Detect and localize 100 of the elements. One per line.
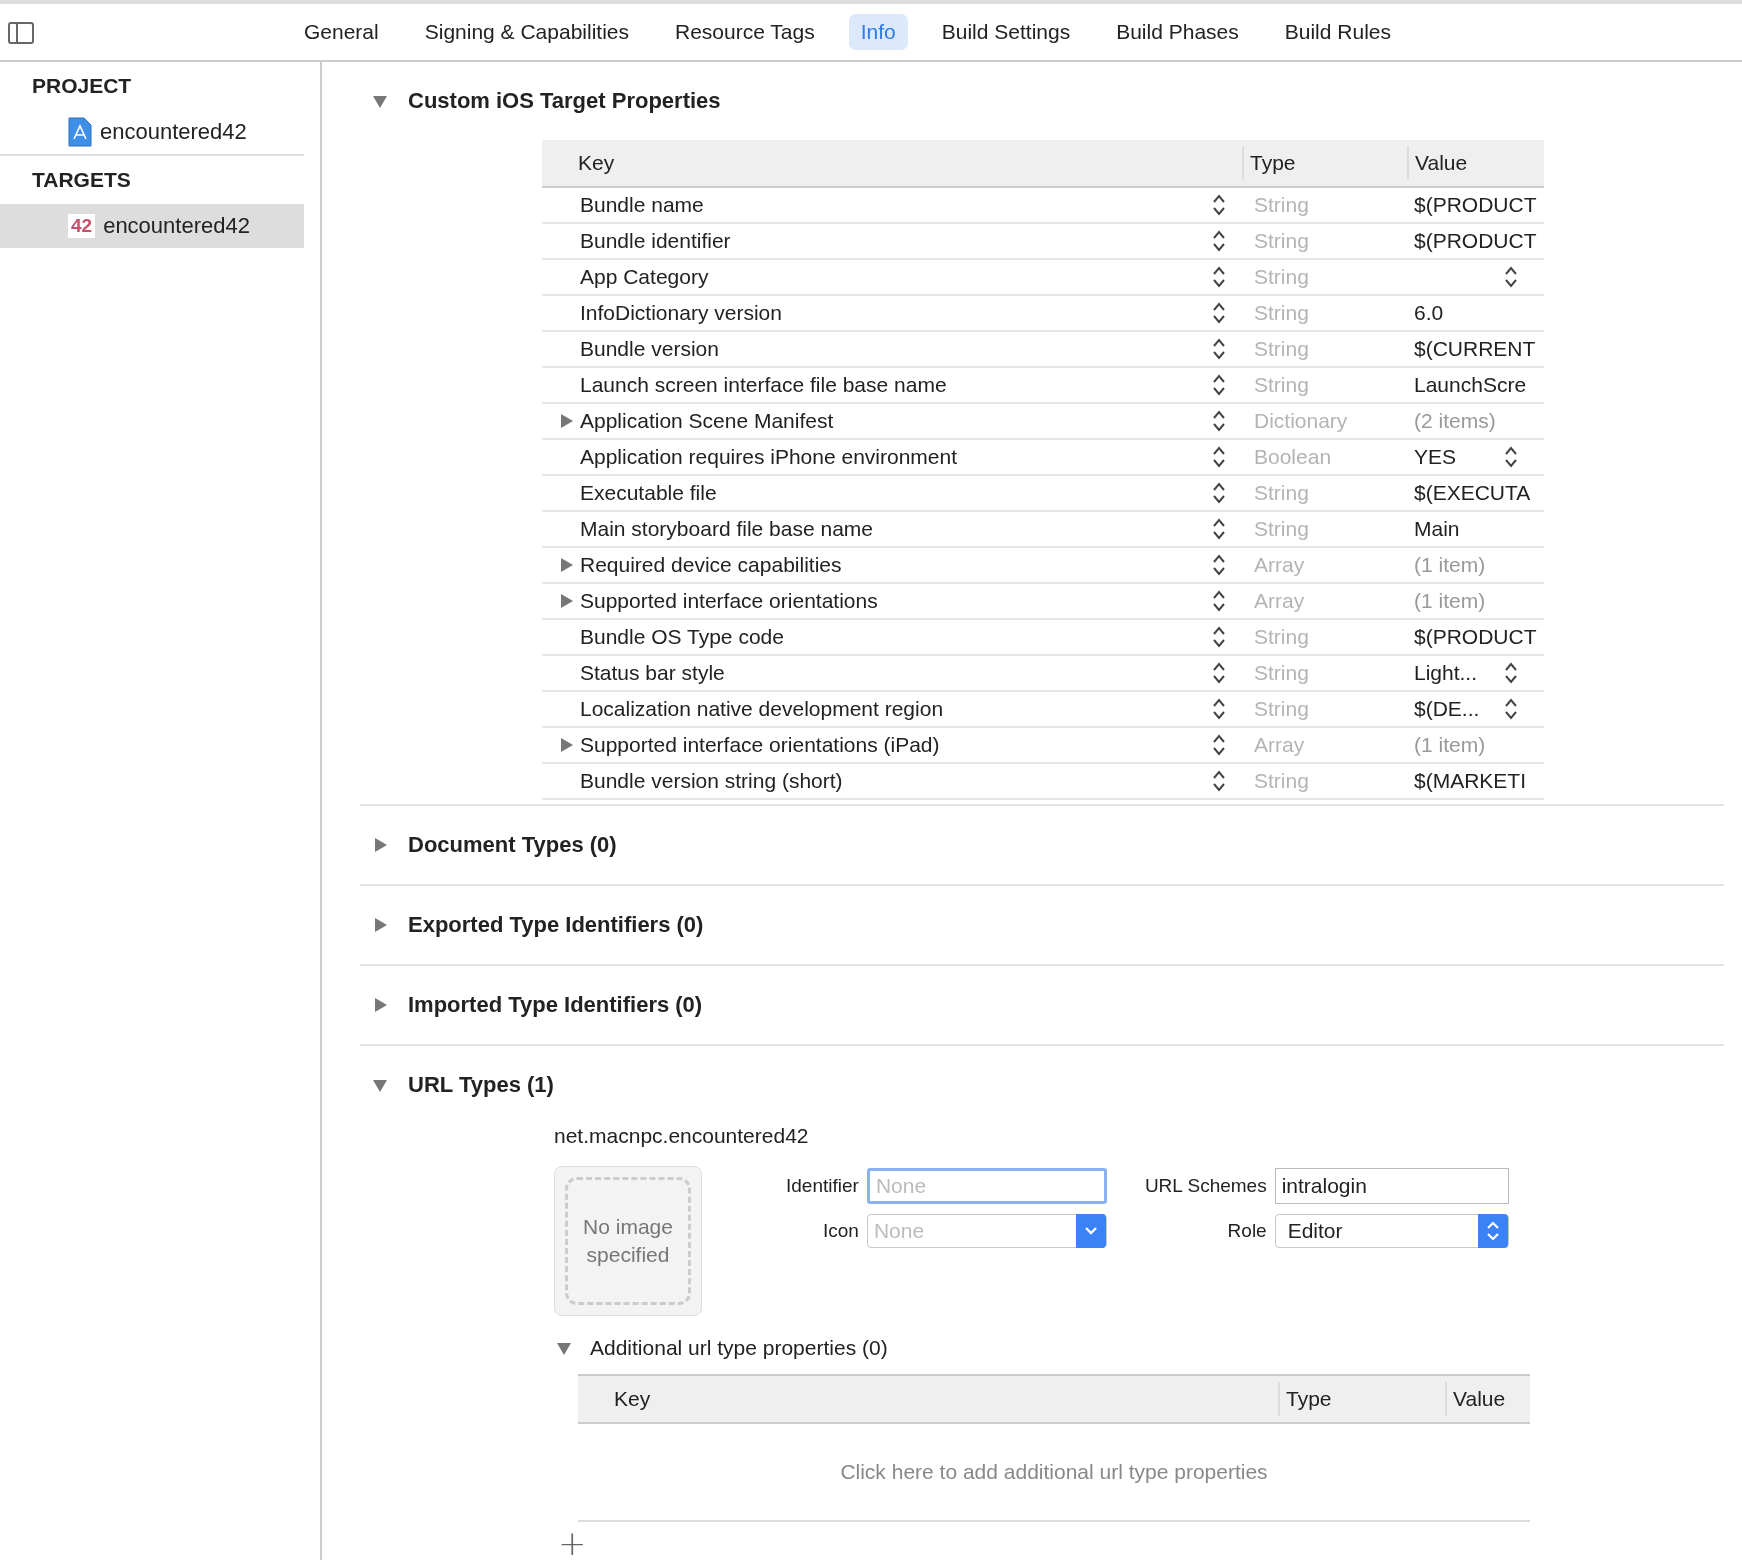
subsection-title: Additional url type properties (0) xyxy=(590,1336,888,1360)
property-type: String xyxy=(1253,229,1310,253)
property-key: Executable file xyxy=(580,481,1212,505)
property-value: $(PRODUCT xyxy=(1414,193,1537,216)
key-stepper-icon[interactable] xyxy=(1212,697,1226,721)
property-key: Status bar style xyxy=(580,661,1212,685)
property-key: Application Scene Manifest xyxy=(580,409,1212,433)
key-stepper-icon[interactable] xyxy=(1212,625,1226,649)
disclosure-triangle[interactable] xyxy=(558,593,574,609)
key-stepper-icon[interactable] xyxy=(1212,553,1226,577)
key-stepper-icon[interactable] xyxy=(1212,661,1226,685)
disclosure-triangle[interactable] xyxy=(558,413,574,429)
key-stepper-icon[interactable] xyxy=(1212,373,1226,397)
url-type-name: net.macnpc.encountered42 xyxy=(554,1124,809,1148)
property-type: String xyxy=(1253,373,1310,397)
property-key: Application requires iPhone environment xyxy=(580,445,1212,469)
tab[interactable]: Signing & Capabilities xyxy=(412,14,641,50)
property-key: Launch screen interface file base name xyxy=(580,373,1212,397)
field-label: Role xyxy=(1226,1220,1267,1242)
value-stepper-icon[interactable] xyxy=(1504,265,1518,289)
identifier-field[interactable]: None xyxy=(866,1168,1107,1204)
section-title[interactable]: URL Types (1) xyxy=(408,1072,554,1098)
disclosure-triangle[interactable] xyxy=(372,837,388,853)
no-image-label: No image specified xyxy=(582,1214,674,1268)
chevron-icon xyxy=(1083,1226,1098,1236)
property-key: Bundle version string (short) xyxy=(580,769,1212,793)
key-stepper-icon[interactable] xyxy=(1212,337,1226,361)
key-stepper-icon[interactable] xyxy=(1212,589,1226,613)
key-stepper-icon[interactable] xyxy=(1212,265,1226,289)
disclosure-triangle[interactable] xyxy=(558,737,574,753)
key-stepper-icon[interactable] xyxy=(1212,769,1226,793)
tab[interactable]: General xyxy=(292,14,391,50)
url-schemes-field[interactable]: intralogin xyxy=(1274,1168,1509,1204)
property-value: $(MARKETI xyxy=(1414,769,1526,792)
value-stepper-icon[interactable] xyxy=(1504,445,1518,469)
key-stepper-icon[interactable] xyxy=(1212,409,1226,433)
column-header[interactable]: Value xyxy=(1445,1382,1530,1416)
key-stepper-icon[interactable] xyxy=(1212,193,1226,217)
disclosure-triangle[interactable] xyxy=(372,1077,388,1093)
tab[interactable]: Build Settings xyxy=(929,14,1083,50)
key-stepper-icon[interactable] xyxy=(1212,445,1226,469)
property-value: Light... xyxy=(1414,661,1478,684)
section-title[interactable]: Imported Type Identifiers (0) xyxy=(408,992,703,1018)
disclosure-triangle[interactable] xyxy=(372,997,388,1013)
key-stepper-icon[interactable] xyxy=(1212,301,1226,325)
stepper-icon xyxy=(1485,1220,1500,1242)
value-stepper-icon[interactable] xyxy=(1504,697,1518,721)
field-label: Icon xyxy=(821,1220,859,1242)
property-value: $(PRODUCT xyxy=(1414,625,1537,648)
property-value: YES xyxy=(1414,445,1457,468)
property-key: Supported interface orientations xyxy=(580,589,1212,613)
section-title[interactable]: Document Types (0) xyxy=(408,832,617,858)
sidebar-toggle-icon[interactable] xyxy=(8,22,34,44)
property-key: Localization native development region xyxy=(580,697,1212,721)
disclosure-triangle[interactable] xyxy=(558,557,574,573)
section-title[interactable]: Exported Type Identifiers (0) xyxy=(408,912,704,938)
column-header[interactable]: Value xyxy=(1407,146,1544,180)
property-value: $(DE... xyxy=(1414,697,1480,720)
key-stepper-icon[interactable] xyxy=(1212,481,1226,505)
property-key: Bundle name xyxy=(580,193,1212,217)
property-type: Dictionary xyxy=(1253,409,1349,433)
role-popup[interactable]: Editor xyxy=(1274,1214,1509,1248)
add-button[interactable]: + xyxy=(558,1526,587,1560)
tab[interactable]: Build Phases xyxy=(1104,14,1251,50)
disclosure-triangle[interactable] xyxy=(372,93,388,109)
column-header[interactable]: Key xyxy=(542,151,1242,175)
property-type: String xyxy=(1253,661,1310,685)
section-title[interactable]: Custom iOS Target Properties xyxy=(408,88,721,114)
property-type: String xyxy=(1253,301,1310,325)
empty-table-hint[interactable]: Click here to add additional url type properties xyxy=(840,1460,1268,1484)
property-value: (2 items) xyxy=(1414,409,1496,432)
property-key: Bundle OS Type code xyxy=(580,625,1212,649)
property-value: (1 item) xyxy=(1414,553,1486,576)
key-stepper-icon[interactable] xyxy=(1212,229,1226,253)
tab[interactable]: Resource Tags xyxy=(663,14,827,50)
property-type: String xyxy=(1253,337,1310,361)
sidebar-item[interactable]: 42 encountered42 xyxy=(0,204,304,248)
column-header[interactable]: Type xyxy=(1242,146,1407,180)
disclosure-triangle[interactable] xyxy=(372,917,388,933)
tab[interactable]: Build Rules xyxy=(1272,14,1403,50)
property-type: Array xyxy=(1253,589,1306,613)
disclosure-triangle[interactable] xyxy=(556,1340,572,1356)
image-well[interactable]: No image specified xyxy=(554,1166,702,1316)
property-type: String xyxy=(1253,265,1310,289)
property-value: LaunchScre xyxy=(1414,373,1527,396)
property-type: Array xyxy=(1253,733,1306,757)
property-value: $(CURRENT xyxy=(1414,337,1536,360)
key-stepper-icon[interactable] xyxy=(1212,733,1226,757)
sidebar-heading: PROJECT xyxy=(32,74,132,97)
field-label: URL Schemes xyxy=(1143,1175,1267,1197)
key-stepper-icon[interactable] xyxy=(1212,517,1226,541)
column-header[interactable]: Type xyxy=(1278,1382,1445,1416)
value-stepper-icon[interactable] xyxy=(1504,661,1518,685)
field-label: Identifier xyxy=(786,1175,859,1197)
property-value: (1 item) xyxy=(1414,733,1486,756)
property-value: Main xyxy=(1414,517,1460,540)
column-header[interactable]: Key xyxy=(578,1387,1278,1411)
property-key: Bundle identifier xyxy=(580,229,1212,253)
property-key: Main storyboard file base name xyxy=(580,517,1212,541)
sidebar-item[interactable]: encountered42 xyxy=(0,110,320,154)
